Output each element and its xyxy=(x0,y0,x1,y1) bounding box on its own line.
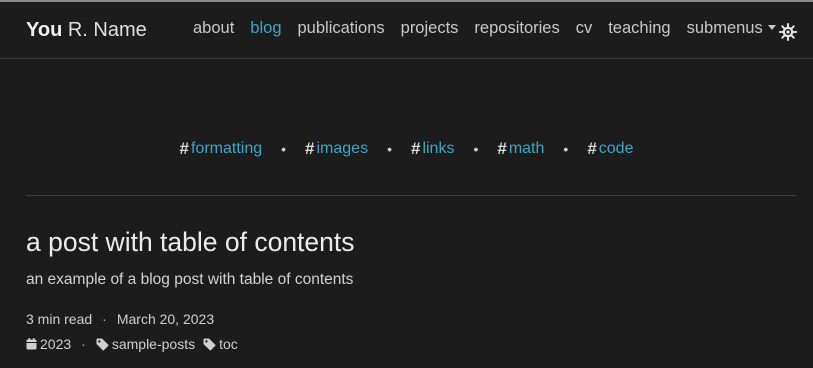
year-label: 2023 xyxy=(40,336,72,352)
tag-label: links xyxy=(422,140,455,157)
tag-link-formatting[interactable]: # formatting xyxy=(180,139,263,159)
nav-item-teaching[interactable]: teaching xyxy=(608,19,670,37)
dropdown-caret-icon xyxy=(767,25,776,30)
brand-rest-name: R. Name xyxy=(62,19,147,41)
post-meta: 3 min read · March 20, 2023 xyxy=(26,311,214,327)
tag-separator: • xyxy=(563,141,569,157)
nav-item-submenus[interactable]: submenus xyxy=(687,19,776,37)
tag-label: toc xyxy=(219,336,238,352)
nav-item-about[interactable]: about xyxy=(193,19,234,37)
tag-link-code[interactable]: # code xyxy=(587,139,633,159)
tag-filter-bar: # formatting • # images • # links • # math •… xyxy=(0,139,813,159)
post-title-link[interactable]: a post with table of contents xyxy=(26,227,355,258)
hash-icon: # xyxy=(179,139,189,158)
meta-separator: · xyxy=(102,311,107,327)
tag-label: images xyxy=(316,140,369,157)
hash-icon: # xyxy=(497,139,507,158)
tag-label: formatting xyxy=(190,140,263,157)
nav-item-projects[interactable]: projects xyxy=(401,19,459,37)
hash-icon: # xyxy=(410,139,421,158)
read-time: 3 min read xyxy=(26,311,93,327)
tag-separator: • xyxy=(281,141,287,157)
tag-link-links[interactable]: # links xyxy=(411,139,454,159)
nav-item-blog[interactable]: blog xyxy=(250,19,281,37)
nav-item-cv[interactable]: cv xyxy=(576,19,593,37)
hash-icon: # xyxy=(587,139,597,158)
post-description: an example of a blog post with table of … xyxy=(26,271,354,288)
nav-item-repositories[interactable]: repositories xyxy=(474,19,559,37)
tag-separator: • xyxy=(473,141,479,157)
nav-menu: about blog publications projects reposit… xyxy=(193,19,776,38)
calendar-icon xyxy=(26,338,37,350)
tag-label: code xyxy=(598,140,634,157)
nav-item-publications[interactable]: publications xyxy=(298,19,385,37)
tag-link-images[interactable]: # images xyxy=(305,139,368,159)
hash-icon: # xyxy=(305,139,315,158)
tag-separator: • xyxy=(387,141,392,157)
section-divider xyxy=(26,195,797,196)
tag-label: math xyxy=(508,140,545,157)
year-link[interactable]: 2023 xyxy=(26,336,71,352)
page: You R. Name about blog publications proj… xyxy=(0,0,813,368)
submenus-label: submenus xyxy=(686,19,763,37)
tag-icon xyxy=(96,338,109,351)
tag-icon xyxy=(203,338,216,351)
site-brand[interactable]: You R. Name xyxy=(26,19,147,42)
sun-icon xyxy=(779,23,797,41)
post-tags: 2023 · sample-posts toc xyxy=(26,336,238,352)
tag-label: sample-posts xyxy=(111,336,196,352)
post-date: March 20, 2023 xyxy=(116,311,215,327)
tag-link-sample-posts[interactable]: sample-posts xyxy=(96,336,195,352)
brand-first-name: You xyxy=(26,19,63,41)
meta-separator: · xyxy=(81,336,86,352)
theme-toggle-button[interactable] xyxy=(779,23,797,41)
tag-link-math[interactable]: # math xyxy=(497,139,544,159)
navbar: You R. Name about blog publications proj… xyxy=(0,2,813,59)
tag-link-toc[interactable]: toc xyxy=(203,336,238,352)
